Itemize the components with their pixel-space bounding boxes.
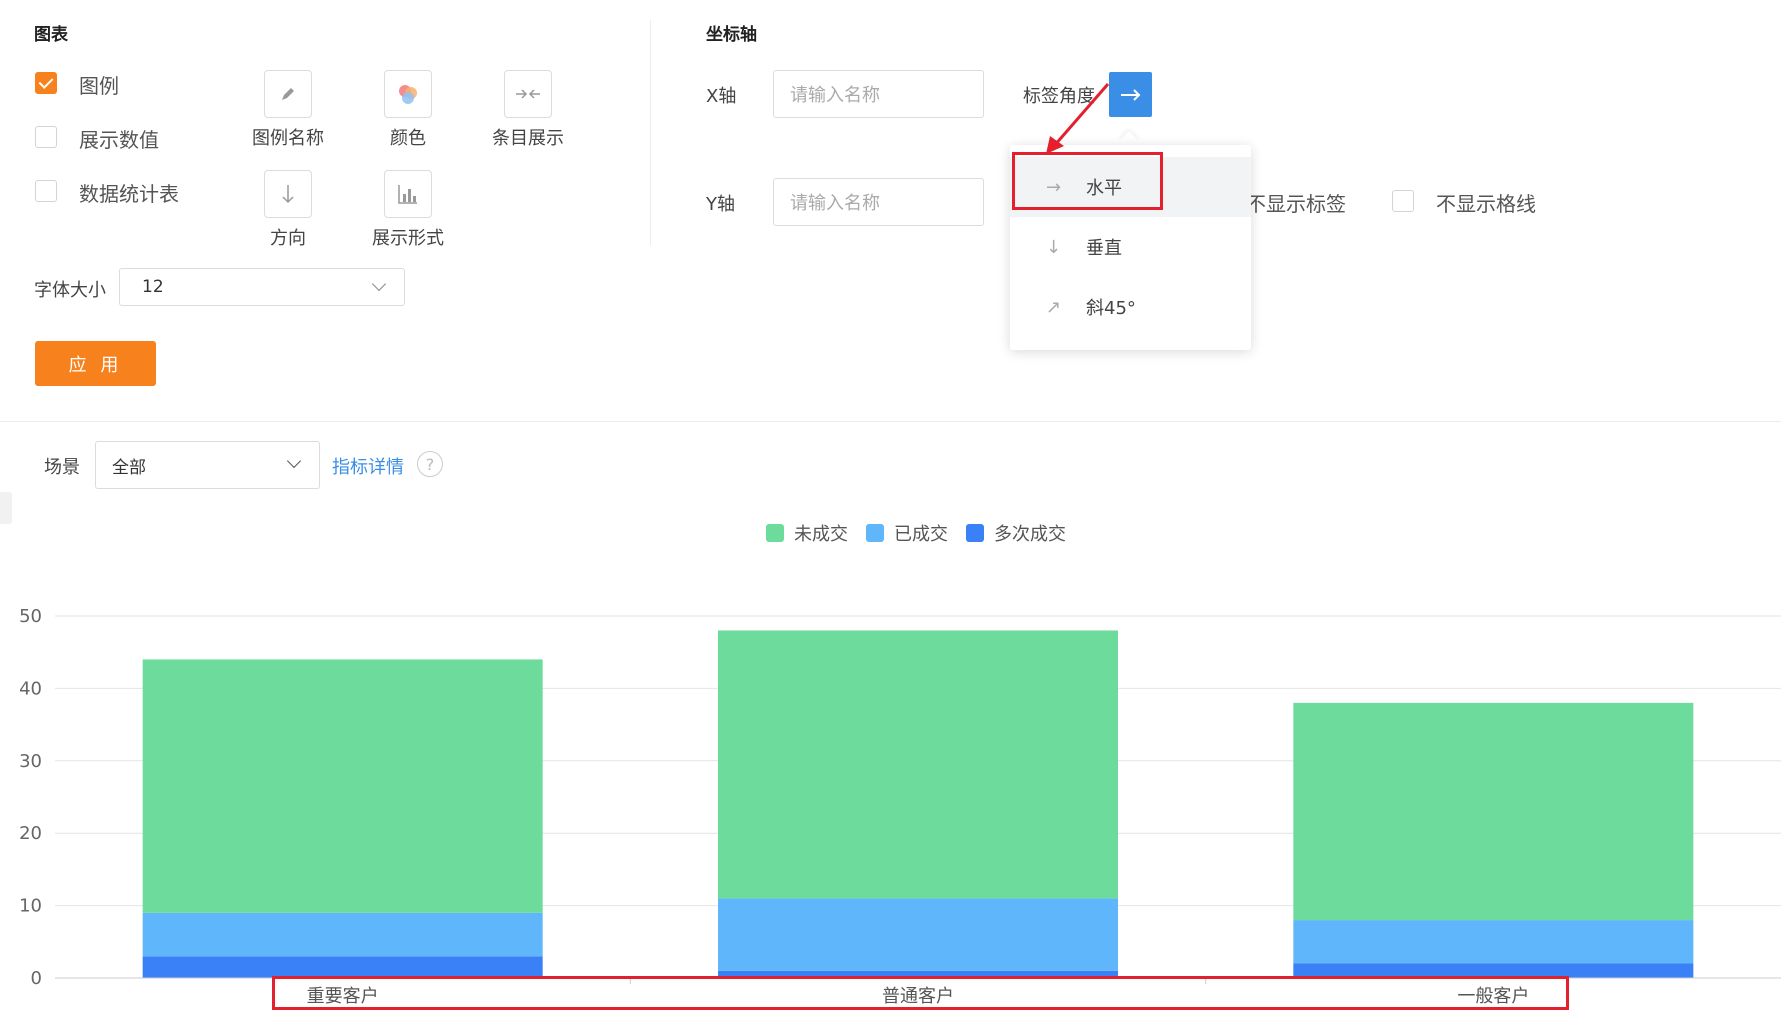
arrow-right-icon bbox=[1120, 88, 1140, 101]
chevron-down-icon bbox=[371, 276, 387, 292]
arrow-down-icon: ↓ bbox=[1046, 236, 1062, 258]
show-values-label: 展示数值 bbox=[79, 128, 159, 152]
y-tick-label: 20 bbox=[19, 823, 42, 844]
chart-section-title: 图表 bbox=[34, 25, 68, 45]
bar-segment bbox=[1293, 920, 1694, 964]
y-tick-label: 40 bbox=[19, 678, 42, 699]
display-form-label: 展示形式 bbox=[372, 228, 444, 249]
legend-label: 未成交 bbox=[794, 524, 848, 545]
apply-button[interactable]: 应 用 bbox=[35, 341, 156, 386]
y-tick-label: 50 bbox=[19, 606, 42, 627]
bar-segment bbox=[142, 659, 543, 913]
show-values-checkbox[interactable] bbox=[35, 126, 57, 148]
legend-name-label: 图例名称 bbox=[252, 128, 324, 149]
scene-label: 场景 bbox=[44, 457, 80, 478]
pencil-icon bbox=[282, 88, 294, 100]
section-separator bbox=[0, 421, 1781, 422]
hide-grid-checkbox[interactable] bbox=[1392, 190, 1414, 212]
angle-option-vertical[interactable]: ↓ 垂直 bbox=[1010, 217, 1251, 277]
y-tick-label: 0 bbox=[31, 968, 42, 989]
hide-grid-label: 不显示格线 bbox=[1436, 192, 1536, 216]
annotation-arrow bbox=[1046, 83, 1110, 154]
x-axis-label: X轴 bbox=[706, 86, 737, 107]
metric-detail-link[interactable]: 指标详情 bbox=[332, 453, 404, 479]
scene-value: 全部 bbox=[112, 457, 146, 478]
legend-swatch bbox=[966, 524, 984, 542]
y-axis-label: Y轴 bbox=[706, 194, 735, 215]
bar-segment bbox=[718, 630, 1118, 899]
color-label: 颜色 bbox=[390, 128, 426, 149]
font-size-label: 字体大小 bbox=[34, 280, 106, 301]
bar-segment bbox=[142, 956, 543, 978]
legend-swatch bbox=[766, 524, 784, 542]
font-size-select[interactable]: 12 bbox=[119, 268, 405, 306]
chart-legend: 未成交 已成交 多次成交 bbox=[766, 520, 1066, 546]
legend-checkbox[interactable] bbox=[35, 72, 57, 94]
y-axis-name-input[interactable]: 请输入名称 bbox=[773, 178, 984, 226]
direction-label: 方向 bbox=[270, 228, 306, 249]
font-size-value: 12 bbox=[142, 277, 164, 297]
display-form-button[interactable] bbox=[384, 170, 432, 218]
angle-option-label: 斜45° bbox=[1086, 298, 1136, 319]
angle-option-label: 垂直 bbox=[1086, 238, 1122, 259]
legend-label: 已成交 bbox=[894, 524, 948, 545]
y-tick-label: 10 bbox=[19, 896, 42, 917]
bar-segment bbox=[1293, 702, 1694, 921]
scene-select[interactable]: 全部 bbox=[95, 441, 320, 489]
help-icon[interactable]: ? bbox=[417, 451, 443, 477]
item-display-label: 条目展示 bbox=[492, 128, 564, 149]
panel-divider bbox=[650, 20, 651, 245]
direction-button[interactable] bbox=[264, 170, 312, 218]
highlight-box-x-labels bbox=[272, 976, 1569, 1010]
compress-arrows-icon bbox=[516, 89, 540, 99]
bar-segment bbox=[718, 898, 1118, 971]
axis-section-title: 坐标轴 bbox=[706, 25, 757, 45]
color-button[interactable] bbox=[384, 70, 432, 118]
item-display-button[interactable] bbox=[504, 70, 552, 118]
bar-segment bbox=[142, 912, 543, 957]
angle-option-diagonal[interactable]: ↗ 斜45° bbox=[1010, 277, 1251, 337]
legend-checkbox-label: 图例 bbox=[79, 74, 119, 98]
data-table-checkbox[interactable] bbox=[35, 180, 57, 202]
arrow-down-icon bbox=[282, 185, 294, 204]
x-axis-name-input[interactable]: 请输入名称 bbox=[773, 70, 984, 118]
legend-name-button[interactable] bbox=[264, 70, 312, 118]
y-tick-label: 30 bbox=[19, 751, 42, 772]
hide-label-text: 不显示标签 bbox=[1246, 192, 1346, 216]
color-palette-icon bbox=[399, 85, 417, 104]
stacked-bar-chart: 01020304050重要客户 普通客户 一般客户 bbox=[19, 606, 1781, 1007]
data-table-label: 数据统计表 bbox=[79, 182, 179, 206]
legend-label: 多次成交 bbox=[994, 524, 1066, 545]
highlight-box-horizontal bbox=[1012, 152, 1163, 210]
legend-swatch bbox=[866, 524, 884, 542]
bar-chart-icon bbox=[398, 185, 417, 204]
chevron-down-icon bbox=[286, 453, 302, 469]
resize-handle[interactable] bbox=[0, 492, 12, 524]
arrow-diagonal-icon: ↗ bbox=[1046, 296, 1062, 318]
